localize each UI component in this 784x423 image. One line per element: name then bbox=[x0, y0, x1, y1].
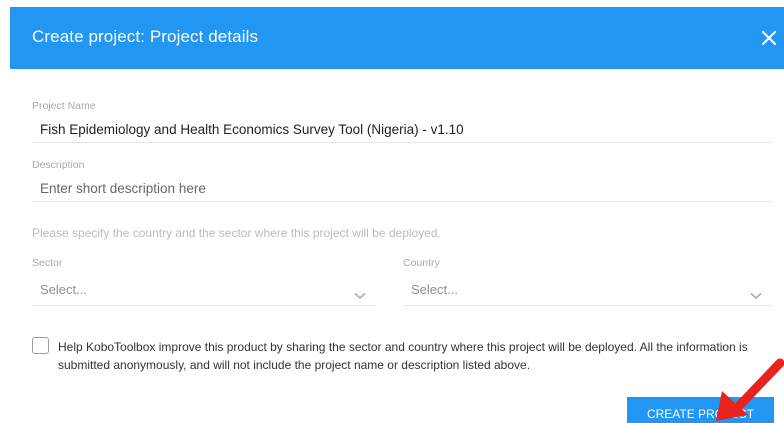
project-name-input[interactable]: Fish Epidemiology and Health Economics S… bbox=[40, 122, 464, 137]
sector-select-value: Select... bbox=[40, 282, 87, 297]
description-label: Description bbox=[32, 159, 85, 171]
sector-label: Sector bbox=[32, 257, 63, 269]
close-icon[interactable] bbox=[760, 29, 778, 47]
dialog-title: Create project: Project details bbox=[32, 27, 259, 46]
annotation-arrow-icon bbox=[716, 358, 784, 421]
country-underline bbox=[403, 305, 772, 306]
country-select-value: Select... bbox=[411, 282, 458, 297]
project-name-label: Project Name bbox=[32, 100, 96, 112]
consent-checkbox[interactable] bbox=[32, 337, 49, 354]
dialog-header: Create project: Project details bbox=[10, 7, 784, 69]
create-project-dialog: Create project: Project details Project … bbox=[0, 0, 784, 423]
sector-underline bbox=[32, 305, 376, 306]
sector-select[interactable]: Select... bbox=[32, 275, 376, 305]
project-name-underline bbox=[32, 142, 772, 143]
country-select[interactable]: Select... bbox=[403, 275, 772, 305]
chevron-down-icon bbox=[750, 287, 762, 299]
description-input[interactable]: Enter short description here bbox=[40, 181, 206, 196]
country-label: Country bbox=[403, 257, 440, 269]
deployment-hint: Please specify the country and the secto… bbox=[32, 226, 441, 240]
description-underline bbox=[32, 201, 772, 202]
consent-text: Help KoboToolbox improve this product by… bbox=[58, 340, 748, 372]
chevron-down-icon bbox=[354, 287, 366, 299]
